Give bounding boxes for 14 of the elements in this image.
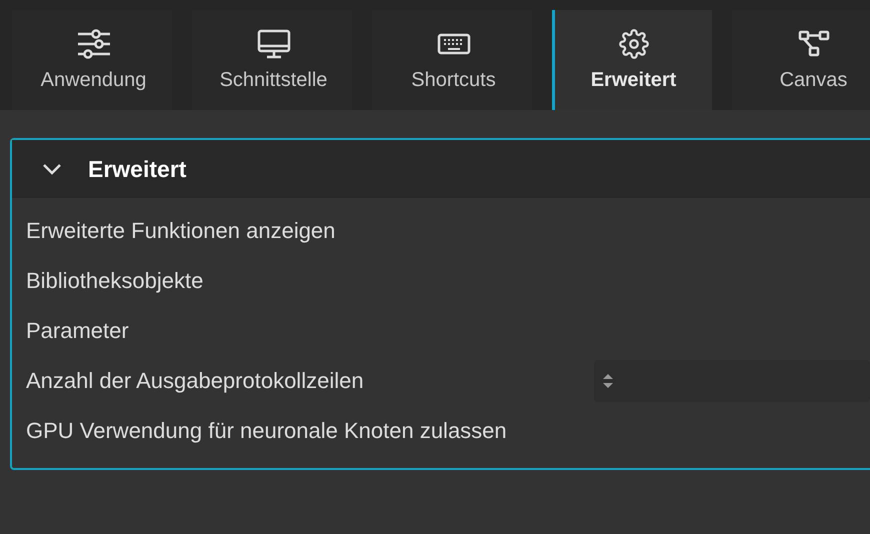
- number-field[interactable]: [594, 360, 870, 402]
- section-title: Erweitert: [88, 156, 186, 182]
- setting-label: Anzahl der Ausgabeprotokollzeilen: [26, 368, 365, 394]
- monitor-icon: [256, 28, 290, 58]
- sliders-icon: [76, 28, 110, 58]
- spinner-icon[interactable]: [602, 373, 614, 389]
- setting-label: Bibliotheksobjekte: [26, 268, 204, 294]
- nodes-icon: [796, 28, 830, 58]
- chevron-icon[interactable]: [42, 163, 62, 175]
- setting-label: Parameter: [26, 318, 130, 344]
- setting-label: Erweiterte Funktionen anzeigen: [26, 218, 336, 244]
- tab[interactable]: Erweitert: [552, 10, 712, 110]
- gear-icon: [616, 28, 650, 58]
- setting-label: GPU Verwendung für neuronale Knoten zulassen: [26, 418, 508, 444]
